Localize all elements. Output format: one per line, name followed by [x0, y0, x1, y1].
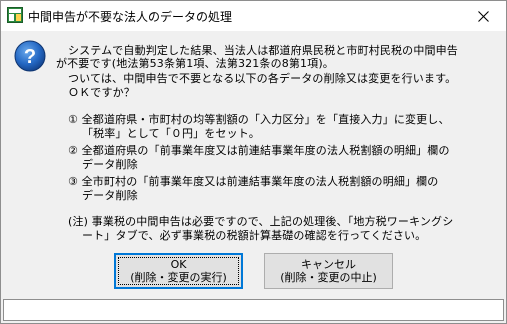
cancel-button-label: キャンセル [301, 258, 356, 271]
list-item-continuation: データ削除 [82, 189, 138, 202]
title-bar[interactable]: 中間申告が不要な法人のデータの処理 [1, 1, 506, 31]
message-line: ＯＫですか？ [68, 86, 135, 99]
ok-button-sublabel: (削除・変更の実行) [130, 271, 227, 284]
list-item-continuation: データ削除 [82, 158, 138, 171]
close-button[interactable] [461, 1, 506, 31]
list-item: ① 全都道府県・市町村の均等割額の「入力区分」を「直接入力」に変更し、 [68, 113, 450, 126]
ok-button-label: OK [170, 258, 187, 271]
note-line: ート」タブで、必ず事業税の税額計算基礎の確認を行ってください。 [82, 229, 427, 242]
list-item-continuation: 「税率」として「０円」をセット。 [82, 127, 260, 140]
app-icon [7, 7, 23, 23]
message-line: システムで自動判定した結果、当法人は都道府県民税と市町村民税の中間申告 [68, 44, 458, 57]
message-line: ついては、中間申告で不要となる以下の各データの削除又は変更を行います。 [68, 72, 457, 85]
ok-button[interactable]: OK (削除・変更の実行) [114, 253, 243, 289]
dialog-content: ? システムで自動判定した結果、当法人は都道府県民税と市町村民税の中間申告 が不… [1, 31, 506, 293]
cancel-button-sublabel: (削除・変更の中止) [280, 271, 377, 284]
list-item: ② 全都道府県の「前事業年度又は前連結事業年度の法人税割額の明細」欄の [68, 144, 450, 157]
dialog-window: 中間申告が不要な法人のデータの処理 ? システムで自動判定した結果、当法人は都道… [0, 0, 507, 324]
list-item: ③ 全市町村の「前事業年度又は前連結事業年度の法人税割額の明細」欄の [68, 175, 439, 188]
close-icon [478, 10, 489, 22]
question-icon: ? [14, 40, 46, 72]
status-bar [1, 297, 506, 323]
note-line: (注) 事業税の中間申告は必要ですので、上記の処理後、「地方税ワーキングシ [68, 215, 454, 228]
cancel-button[interactable]: キャンセル (削除・変更の中止) [264, 253, 393, 289]
window-title: 中間申告が不要な法人のデータの処理 [28, 10, 233, 24]
svg-text:?: ? [24, 46, 36, 68]
status-field [3, 299, 504, 321]
message-line: が不要です(地法第53条第1項、法第321条の8第1項)。 [56, 57, 334, 70]
